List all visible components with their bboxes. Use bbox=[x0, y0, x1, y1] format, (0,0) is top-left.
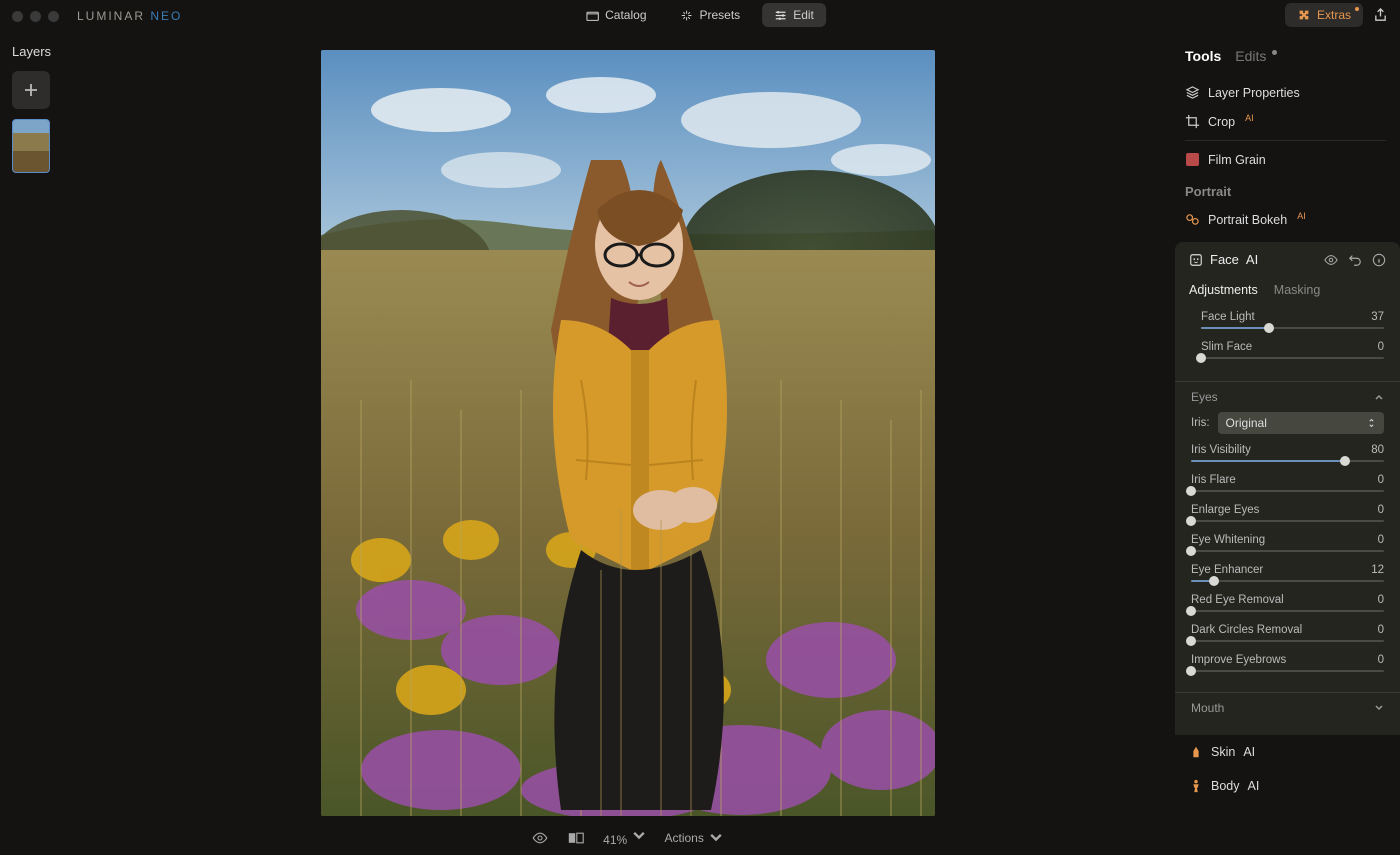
mouth-toggle[interactable]: Mouth bbox=[1191, 701, 1384, 715]
window-controls[interactable] bbox=[12, 11, 59, 22]
photo-preview[interactable] bbox=[321, 50, 935, 816]
compare-icon[interactable] bbox=[567, 831, 585, 845]
crop-icon bbox=[1185, 114, 1200, 129]
chevron-up-icon bbox=[1374, 392, 1384, 402]
tab-catalog[interactable]: Catalog bbox=[574, 3, 658, 27]
ai-badge: AI bbox=[1243, 745, 1255, 759]
ai-badge: AI bbox=[1248, 779, 1260, 793]
ai-badge: AI bbox=[1245, 113, 1254, 123]
tab-presets[interactable]: Presets bbox=[669, 3, 753, 27]
extras-button[interactable]: Extras bbox=[1285, 3, 1363, 27]
add-layer-button[interactable] bbox=[12, 71, 50, 109]
canvas-area: 41% Actions bbox=[80, 40, 1175, 855]
slider-enlarge-eyes[interactable]: Enlarge Eyes0 bbox=[1191, 504, 1384, 522]
tool-layer-properties[interactable]: Layer Properties bbox=[1185, 78, 1386, 107]
tool-body[interactable]: BodyAI bbox=[1185, 769, 1386, 803]
slider-face-light[interactable]: Face Light37 bbox=[1201, 311, 1384, 329]
tool-crop[interactable]: CropAI bbox=[1185, 107, 1386, 136]
body-icon bbox=[1189, 779, 1203, 793]
mouth-section: Mouth bbox=[1175, 692, 1400, 735]
sliders-icon bbox=[774, 9, 787, 22]
layers-icon bbox=[1185, 85, 1200, 100]
iris-label: Iris: bbox=[1191, 417, 1210, 429]
eyes-section: Eyes Iris: Original Iris Visibility80 Ir… bbox=[1175, 381, 1400, 692]
face-panel-header[interactable]: FaceAI bbox=[1189, 252, 1258, 267]
iris-select[interactable]: Original bbox=[1218, 412, 1384, 434]
actions-menu[interactable]: Actions bbox=[665, 830, 724, 846]
skin-icon bbox=[1189, 745, 1203, 759]
slider-slim-face[interactable]: Slim Face0 bbox=[1201, 341, 1384, 359]
tool-portrait-bokeh[interactable]: Portrait BokehAI bbox=[1185, 205, 1386, 234]
panel-tab-edits[interactable]: Edits bbox=[1235, 48, 1266, 64]
slider-eye-enhancer[interactable]: Eye Enhancer12 bbox=[1191, 564, 1384, 582]
tool-film-grain[interactable]: Film Grain bbox=[1185, 145, 1386, 174]
eyes-toggle[interactable]: Eyes bbox=[1191, 390, 1384, 404]
undo-icon[interactable] bbox=[1348, 253, 1362, 267]
right-panel: Tools Edits Layer Properties CropAI Film… bbox=[1175, 40, 1400, 855]
app-logo: LUMINAR NEO bbox=[77, 9, 182, 23]
slider-eye-whitening[interactable]: Eye Whitening0 bbox=[1191, 534, 1384, 552]
section-portrait: Portrait bbox=[1185, 184, 1386, 199]
face-icon bbox=[1189, 253, 1203, 267]
zoom-level[interactable]: 41% bbox=[603, 828, 646, 847]
ai-badge: AI bbox=[1246, 252, 1258, 267]
film-grain-icon bbox=[1185, 152, 1200, 167]
eye-icon[interactable] bbox=[1324, 253, 1338, 267]
edits-indicator bbox=[1272, 50, 1277, 55]
info-icon[interactable] bbox=[1372, 253, 1386, 267]
subtab-masking[interactable]: Masking bbox=[1274, 283, 1321, 297]
panel-tab-tools[interactable]: Tools bbox=[1185, 48, 1221, 64]
plus-icon bbox=[23, 82, 39, 98]
subtab-adjustments[interactable]: Adjustments bbox=[1189, 283, 1258, 297]
folder-icon bbox=[586, 9, 599, 22]
sparkle-icon bbox=[681, 9, 694, 22]
eye-preview-icon[interactable] bbox=[531, 831, 549, 845]
face-panel: FaceAI Adjustments Masking Face Light37 … bbox=[1175, 242, 1400, 735]
slider-iris-visibility[interactable]: Iris Visibility80 bbox=[1191, 444, 1384, 462]
layer-thumbnail[interactable] bbox=[12, 119, 50, 173]
tab-edit[interactable]: Edit bbox=[762, 3, 826, 27]
bokeh-icon bbox=[1185, 212, 1200, 227]
layers-title: Layers bbox=[12, 44, 68, 59]
slider-improve-eyebrows[interactable]: Improve Eyebrows0 bbox=[1191, 654, 1384, 672]
slider-dark-circles[interactable]: Dark Circles Removal0 bbox=[1191, 624, 1384, 642]
slider-iris-flare[interactable]: Iris Flare0 bbox=[1191, 474, 1384, 492]
chevron-down-icon bbox=[631, 828, 647, 844]
updown-icon bbox=[1367, 417, 1376, 429]
share-icon[interactable] bbox=[1373, 8, 1388, 23]
puzzle-icon bbox=[1297, 8, 1311, 22]
canvas-toolbar: 41% Actions bbox=[531, 828, 724, 847]
layers-panel: Layers bbox=[0, 32, 80, 185]
ai-badge: AI bbox=[1297, 211, 1306, 221]
title-bar: LUMINAR NEO Catalog Presets Edit Extras bbox=[0, 0, 1400, 32]
chevron-down-icon bbox=[1374, 703, 1384, 713]
chevron-down-icon bbox=[708, 830, 724, 846]
slider-red-eye[interactable]: Red Eye Removal0 bbox=[1191, 594, 1384, 612]
tool-skin[interactable]: SkinAI bbox=[1185, 735, 1386, 769]
